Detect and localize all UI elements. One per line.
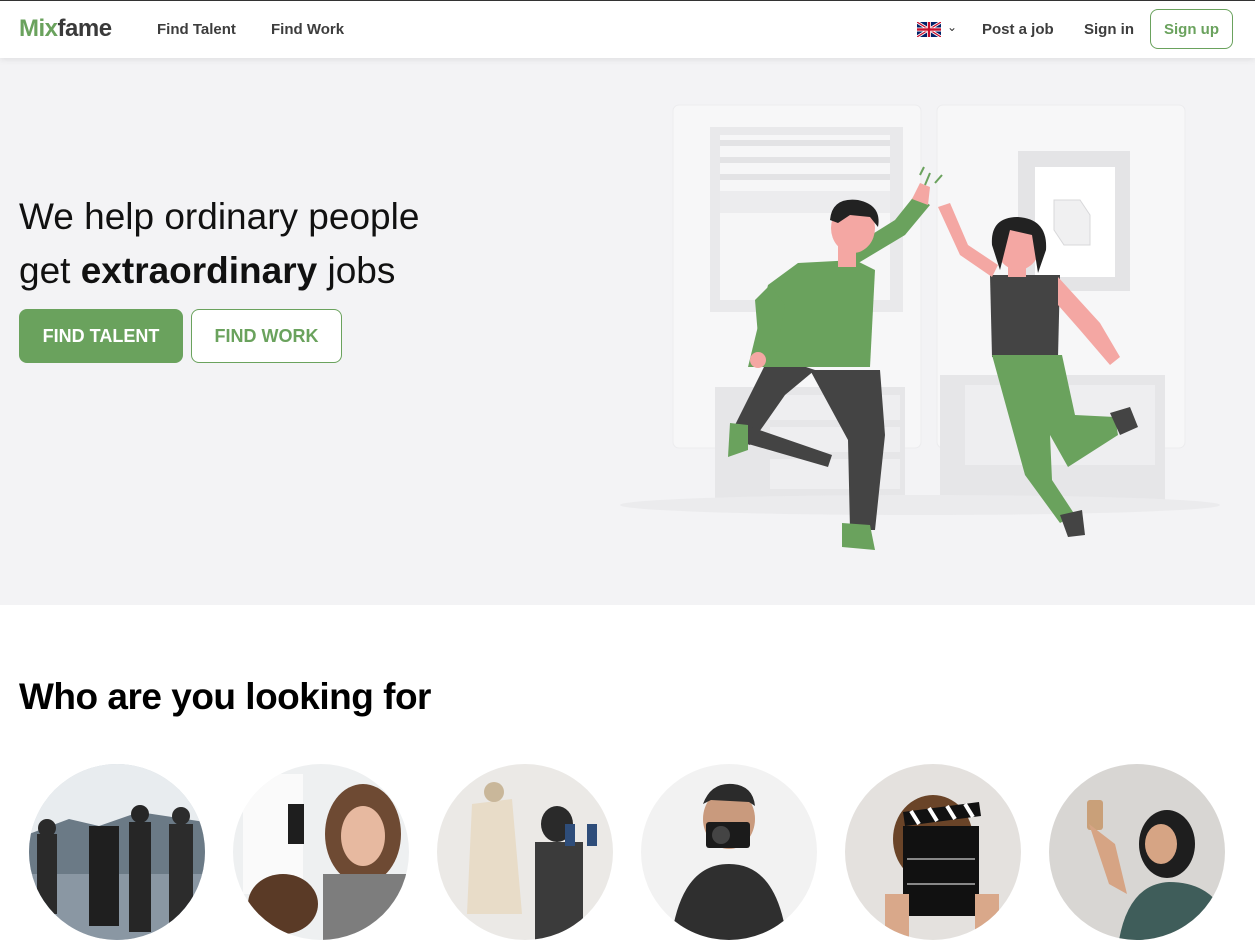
find-talent-button[interactable]: FIND TALENT: [19, 309, 183, 363]
sign-up-button[interactable]: Sign up: [1150, 9, 1233, 49]
top-navigation-bar: Mixfame Find Talent Find Work ⌄ Post a j…: [0, 0, 1255, 58]
hero-headline-line2: get extraordinary jobs: [19, 244, 419, 298]
uk-flag-icon[interactable]: [917, 22, 941, 37]
logo-text-mix: Mix: [19, 15, 58, 42]
headline-emphasis: extraordinary: [80, 250, 318, 291]
hairdresser-photo-icon: [233, 764, 409, 940]
content-creator-photo-icon: [1049, 764, 1225, 940]
category-hairdresser-image[interactable]: [233, 764, 409, 940]
headline-text: jobs: [317, 250, 396, 291]
clapperboard-photo-icon: [845, 764, 1021, 940]
nav-find-talent[interactable]: Find Talent: [157, 21, 236, 38]
category-film-actor-image[interactable]: [845, 764, 1021, 940]
logo-text-fame: fame: [57, 15, 113, 42]
fashion-designer-photo-icon: [437, 764, 613, 940]
category-fashion-designer-image[interactable]: [437, 764, 613, 940]
nav-find-work[interactable]: Find Work: [271, 21, 344, 38]
mixfame-logo[interactable]: Mixfame: [19, 15, 112, 43]
chevron-down-icon[interactable]: ⌄: [947, 20, 957, 34]
sign-in-link[interactable]: Sign in: [1084, 21, 1134, 38]
photographer-photo-icon: [641, 764, 817, 940]
category-content-creator-image[interactable]: [1049, 764, 1225, 940]
category-film-crew-image[interactable]: [29, 764, 205, 940]
high-five-illustration: [620, 104, 1220, 550]
post-job-link[interactable]: Post a job: [982, 21, 1054, 38]
find-work-button[interactable]: FIND WORK: [191, 309, 342, 363]
film-crew-photo-icon: [29, 764, 205, 940]
section-title: Who are you looking for: [19, 676, 431, 717]
hero-headline: We help ordinary people get extraordinar…: [19, 190, 419, 298]
category-photographer-image[interactable]: [641, 764, 817, 940]
hero-headline-line1: We help ordinary people: [19, 196, 420, 237]
headline-text: get: [19, 250, 81, 291]
